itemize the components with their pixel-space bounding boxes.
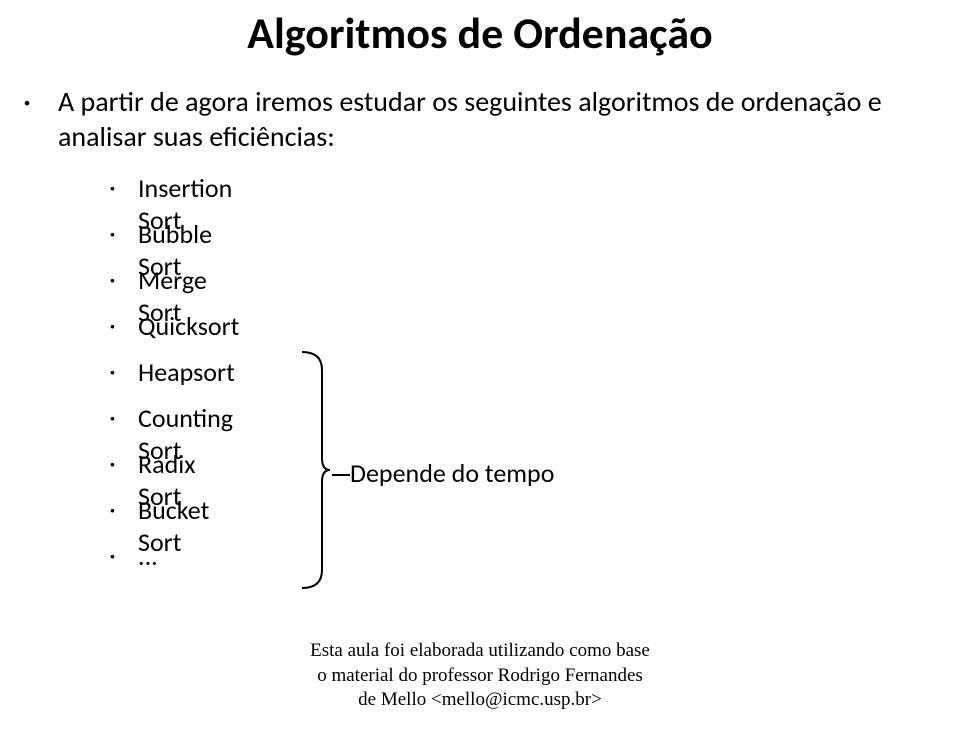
bullet-icon: ● bbox=[110, 368, 115, 378]
connector-line-icon bbox=[332, 474, 350, 476]
footer-line: o material do professor Rodrigo Fernande… bbox=[0, 664, 960, 689]
bullet-icon: ● bbox=[110, 506, 115, 516]
bullet-icon: ● bbox=[110, 414, 115, 424]
bullet-icon: ● bbox=[110, 322, 115, 332]
bracket-note: Depende do tempo bbox=[350, 457, 554, 489]
list-item-label: Heapsort bbox=[138, 356, 235, 388]
bullet-icon: ● bbox=[24, 96, 30, 109]
bracket-icon bbox=[300, 350, 330, 590]
bullet-icon: ● bbox=[110, 230, 115, 240]
bullet-icon: ● bbox=[110, 552, 115, 562]
bullet-icon: ● bbox=[110, 460, 115, 470]
list-item-label: Quicksort bbox=[138, 310, 239, 342]
footer-line: de Mello <mello@icmc.usp.br> bbox=[0, 688, 960, 713]
page-title: Algoritmos de Ordenação bbox=[0, 6, 960, 60]
bullet-icon: ● bbox=[110, 184, 115, 194]
intro-text: A partir de agora iremos estudar os segu… bbox=[58, 84, 938, 154]
footer-credit: Esta aula foi elaborada utilizando como … bbox=[0, 639, 960, 713]
list-item-label: ... bbox=[138, 540, 158, 572]
bullet-icon: ● bbox=[110, 276, 115, 286]
footer-line: Esta aula foi elaborada utilizando como … bbox=[0, 639, 960, 664]
slide: Algoritmos de Ordenação ● A partir de ag… bbox=[0, 0, 960, 731]
